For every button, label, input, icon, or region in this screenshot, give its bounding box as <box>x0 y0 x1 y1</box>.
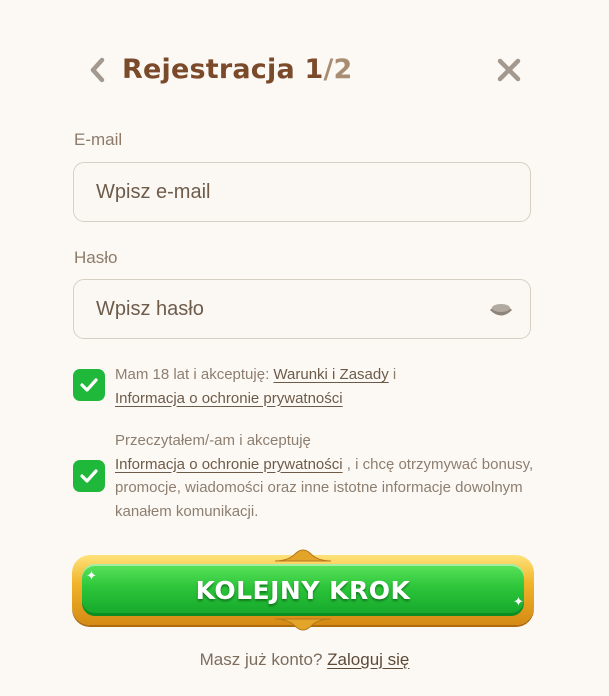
privacy-link[interactable]: Informacja o ochronie prywatności <box>115 390 343 407</box>
page-title: Rejestracja 1/2 <box>122 50 353 90</box>
login-prompt: Masz już konto? Zaloguj się <box>0 650 609 670</box>
back-button[interactable] <box>82 52 112 88</box>
eye-icon <box>490 304 512 316</box>
next-step-button[interactable]: KOLEJNY KROK <box>82 564 524 616</box>
header: Rejestracja 1/2 <box>0 48 609 92</box>
password-label: Hasło <box>74 248 118 267</box>
ornament-top-icon <box>274 549 332 562</box>
terms-text-and: i <box>388 366 397 383</box>
check-icon <box>80 469 98 483</box>
title-main: Rejestracja 1 <box>122 54 324 85</box>
marketing-text: Przeczytałem/-am i akceptuję <box>115 432 311 449</box>
next-step-button-wrapper: KOLEJNY KROK ✦ ✦ <box>72 548 534 632</box>
email-label: E-mail <box>74 130 123 149</box>
title-step-total: /2 <box>323 54 353 85</box>
close-icon <box>497 58 521 82</box>
marketing-consent-text: Przeczytałem/-am i akceptuję Informacja o… <box>115 429 535 523</box>
terms-link[interactable]: Warunki i Zasady <box>273 366 388 383</box>
password-field[interactable] <box>73 279 531 339</box>
email-field[interactable] <box>73 162 531 222</box>
close-button[interactable] <box>490 52 528 88</box>
terms-checkbox[interactable] <box>73 369 105 401</box>
marketing-checkbox[interactable] <box>73 460 105 492</box>
login-prompt-text: Masz już konto? <box>199 650 328 669</box>
login-link[interactable]: Zaloguj się <box>327 650 409 669</box>
terms-text: Mam 18 lat i akceptuję: <box>115 366 274 383</box>
chevron-left-icon <box>90 57 105 83</box>
terms-consent-text: Mam 18 lat i akceptuję: Warunki i Zasady… <box>115 363 535 410</box>
password-visibility-toggle[interactable] <box>486 298 516 322</box>
check-icon <box>80 378 98 392</box>
sparkle-icon: ✦ <box>513 595 524 610</box>
privacy-link-2[interactable]: Informacja o ochronie prywatności <box>115 456 343 473</box>
ornament-bottom-icon <box>274 618 332 631</box>
sparkle-icon: ✦ <box>86 569 97 584</box>
